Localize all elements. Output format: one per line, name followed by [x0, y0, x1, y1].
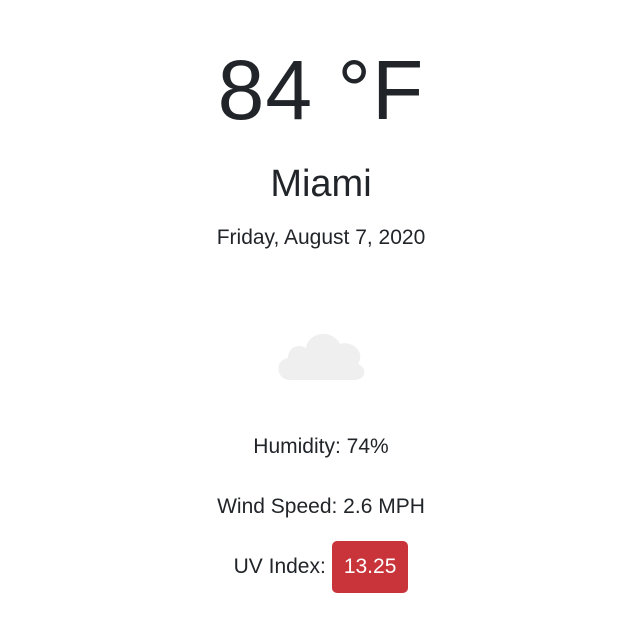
cloud-icon — [270, 318, 370, 388]
weather-card: 84 °F Miami Friday, August 7, 2020 Humid… — [0, 0, 642, 642]
wind-speed-text: Wind Speed: 2.6 MPH — [217, 495, 425, 518]
current-date: Friday, August 7, 2020 — [216, 226, 426, 249]
uv-index-badge: 13.25 — [331, 541, 409, 593]
humidity-text: Humidity: 74% — [253, 435, 389, 458]
uv-index-label: UV Index: — [233, 555, 326, 578]
uv-index-row: UV Index: 13.25 — [0, 541, 642, 593]
temperature: 84 °F — [217, 43, 425, 137]
city-name: Miami — [270, 163, 372, 205]
